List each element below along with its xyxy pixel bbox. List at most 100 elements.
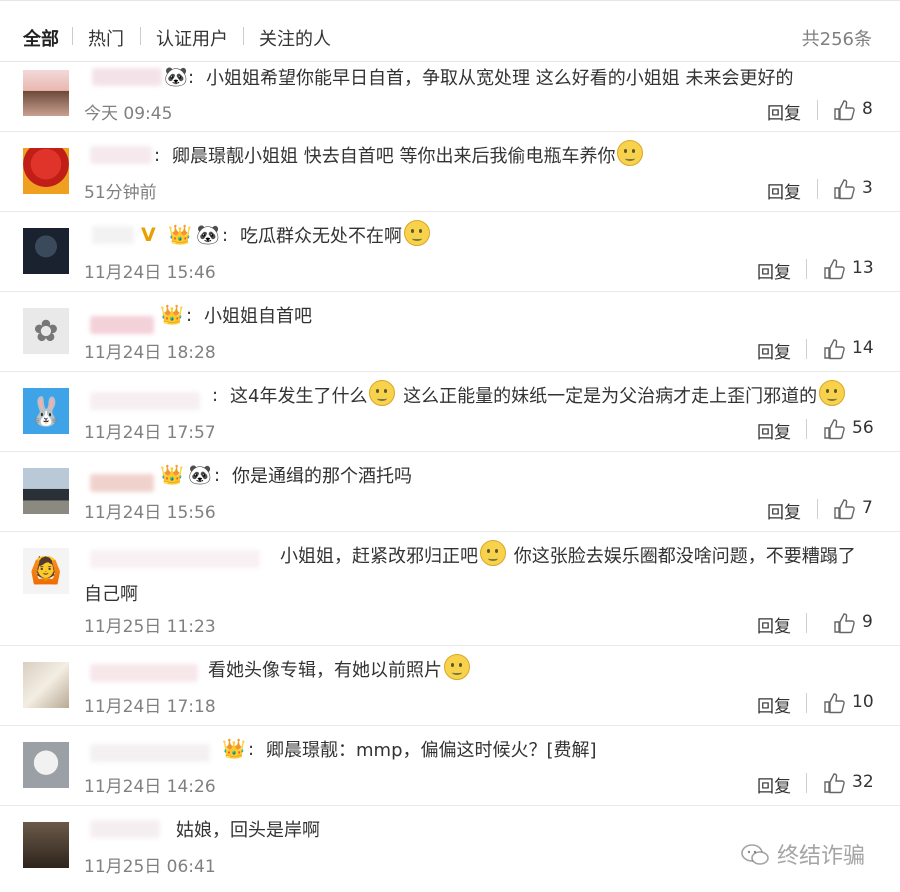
- comment-item: 🙆 小姐姐，赶紧改邪归正吧 你这张脸去娱乐圈都没啥问题，不要糟蹋了 自己啊 11…: [0, 532, 900, 646]
- emoji-icon: [480, 540, 506, 566]
- avatar[interactable]: ✿: [23, 308, 69, 354]
- tab-all[interactable]: 全部: [23, 25, 59, 51]
- username-blurred[interactable]: [90, 316, 154, 334]
- like-count: 13: [852, 258, 874, 278]
- comment-time: 51分钟前: [84, 183, 157, 203]
- emoji-icon: [404, 220, 430, 246]
- comment-time: 11月24日 17:57: [84, 423, 216, 443]
- comment-item: 🐰 : 这4年发生了什么 这么正能量的妹纸一定是为父治病才走上歪门邪道的 11月…: [0, 372, 900, 452]
- comment-text: 小姐姐，赶紧改邪归正吧 你这张脸去娱乐圈都没啥问题，不要糟蹋了: [280, 540, 856, 574]
- username-blurred[interactable]: [90, 550, 260, 568]
- tab-divider: [72, 27, 73, 45]
- comment-time: 11月24日 17:18: [84, 697, 216, 717]
- reply-button[interactable]: 回复: [767, 178, 801, 203]
- username-blurred[interactable]: [90, 744, 210, 762]
- comment-time: 11月25日 06:41: [84, 857, 216, 877]
- comment-item: : 卿晨璟靓小姐姐 快去自首吧 等你出来后我偷电瓶车养你 51分钟前 回复 3: [0, 132, 900, 212]
- like-count: 3: [862, 178, 873, 198]
- panda-badge-icon: 🐼: [196, 224, 220, 246]
- crown-badge-icon: 👑: [222, 738, 246, 760]
- avatar[interactable]: 🙆: [23, 548, 69, 594]
- tab-hot[interactable]: 热门: [88, 25, 124, 51]
- wechat-icon: [741, 844, 769, 865]
- thumbs-up-icon[interactable]: [823, 338, 845, 360]
- emoji-icon: [617, 140, 644, 166]
- comment-item: 👑 🐼 : 你是通缉的那个酒托吗 11月24日 15:56 回复 7: [0, 452, 900, 532]
- avatar[interactable]: [23, 822, 69, 868]
- avatar[interactable]: [23, 70, 69, 116]
- comment-text: 这4年发生了什么 这么正能量的妹纸一定是为父治病才走上歪门邪道的: [230, 380, 847, 414]
- username-blurred[interactable]: [92, 226, 134, 244]
- like-count: 7: [862, 498, 873, 518]
- comment-time: 11月24日 15:56: [84, 503, 216, 523]
- comment-text: 看她头像专辑，有她以前照片: [208, 654, 472, 688]
- avatar[interactable]: [23, 742, 69, 788]
- avatar[interactable]: [23, 148, 69, 194]
- reply-button[interactable]: 回复: [757, 612, 791, 637]
- reply-button[interactable]: 回复: [757, 418, 791, 443]
- reply-button[interactable]: 回复: [757, 772, 791, 797]
- reply-button[interactable]: 回复: [767, 99, 801, 124]
- comment-text: 吃瓜群众无处不在啊: [240, 220, 432, 254]
- thumbs-up-icon[interactable]: [833, 612, 855, 634]
- like-count: 14: [852, 338, 874, 358]
- reply-button[interactable]: 回复: [757, 692, 791, 717]
- thumbs-up-icon[interactable]: [823, 258, 845, 280]
- thumbs-up-icon[interactable]: [833, 178, 855, 200]
- thumbs-up-icon[interactable]: [833, 498, 855, 520]
- comment-text: 姑娘，回头是岸啊: [176, 820, 320, 841]
- crown-badge-icon: 👑: [168, 224, 192, 246]
- thumbs-up-icon[interactable]: [833, 99, 855, 121]
- tab-verified[interactable]: 认证用户: [156, 25, 228, 51]
- comment-text: 卿晨璟靓小姐姐 快去自首吧 等你出来后我偷电瓶车养你: [172, 140, 645, 174]
- username-blurred[interactable]: [90, 664, 198, 682]
- comment-item: 看她头像专辑，有她以前照片 11月24日 17:18 回复 10: [0, 646, 900, 726]
- panda-badge-icon: 🐼: [164, 66, 188, 88]
- comment-item: V 👑 🐼 : 吃瓜群众无处不在啊 11月24日 15:46 回复 13: [0, 212, 900, 292]
- avatar[interactable]: [23, 468, 69, 514]
- username-blurred[interactable]: [92, 68, 162, 86]
- comment-time: 11月24日 15:46: [84, 263, 216, 283]
- thumbs-up-icon[interactable]: [823, 418, 845, 440]
- reply-button[interactable]: 回复: [767, 498, 801, 523]
- like-count: 8: [862, 99, 873, 119]
- comment-item: ✿ 👑 : 小姐姐自首吧 11月24日 18:28 回复 14: [0, 292, 900, 372]
- username-blurred[interactable]: [90, 392, 200, 410]
- crown-badge-icon: 👑: [160, 464, 184, 486]
- like-count: 56: [852, 418, 874, 438]
- comment-text: 你是通缉的那个酒托吗: [232, 466, 412, 487]
- comment-total-count: 共256条: [801, 29, 872, 50]
- username-blurred[interactable]: [90, 146, 152, 164]
- watermark-text: 终结诈骗: [777, 844, 866, 869]
- comment-text: 小姐姐希望你能早日自首，争取从宽处理 这么好看的小姐姐 未来会更好的: [206, 68, 794, 89]
- comment-text: 卿晨璟靓：mmp，偏偏这时候火？[费解]: [266, 740, 597, 761]
- avatar[interactable]: [23, 662, 69, 708]
- comment-time: 今天 09:45: [84, 104, 173, 124]
- emoji-icon: [444, 654, 470, 680]
- tab-following[interactable]: 关注的人: [259, 25, 331, 51]
- like-count: 9: [862, 612, 873, 632]
- tab-divider: [243, 27, 244, 45]
- thumbs-up-icon[interactable]: [823, 692, 845, 714]
- comment-time: 11月25日 11:23: [84, 617, 216, 637]
- thumbs-up-icon[interactable]: [823, 772, 845, 794]
- watermark: 终结诈骗: [740, 838, 865, 870]
- like-count: 32: [852, 772, 874, 792]
- username-blurred[interactable]: [90, 474, 154, 492]
- comment-time: 11月24日 18:28: [84, 343, 216, 363]
- comment-text: 小姐姐自首吧: [204, 306, 312, 327]
- vip-badge-icon: V: [141, 224, 156, 246]
- comment-time: 11月24日 14:26: [84, 777, 216, 797]
- reply-button[interactable]: 回复: [757, 338, 791, 363]
- like-count: 10: [852, 692, 874, 712]
- comment-text-continued: 自己啊: [84, 584, 138, 605]
- avatar[interactable]: 🐰: [23, 388, 69, 434]
- crown-badge-icon: 👑: [160, 304, 184, 326]
- emoji-icon: [819, 380, 846, 406]
- comment-item: 👑 : 卿晨璟靓：mmp，偏偏这时候火？[费解] 11月24日 14:26 回复…: [0, 726, 900, 806]
- filter-tabs: 全部 热门 认证用户 关注的人 共256条: [0, 0, 900, 62]
- username-blurred[interactable]: [90, 820, 160, 838]
- avatar[interactable]: [23, 228, 69, 274]
- tab-divider: [140, 27, 141, 45]
- reply-button[interactable]: 回复: [757, 258, 791, 283]
